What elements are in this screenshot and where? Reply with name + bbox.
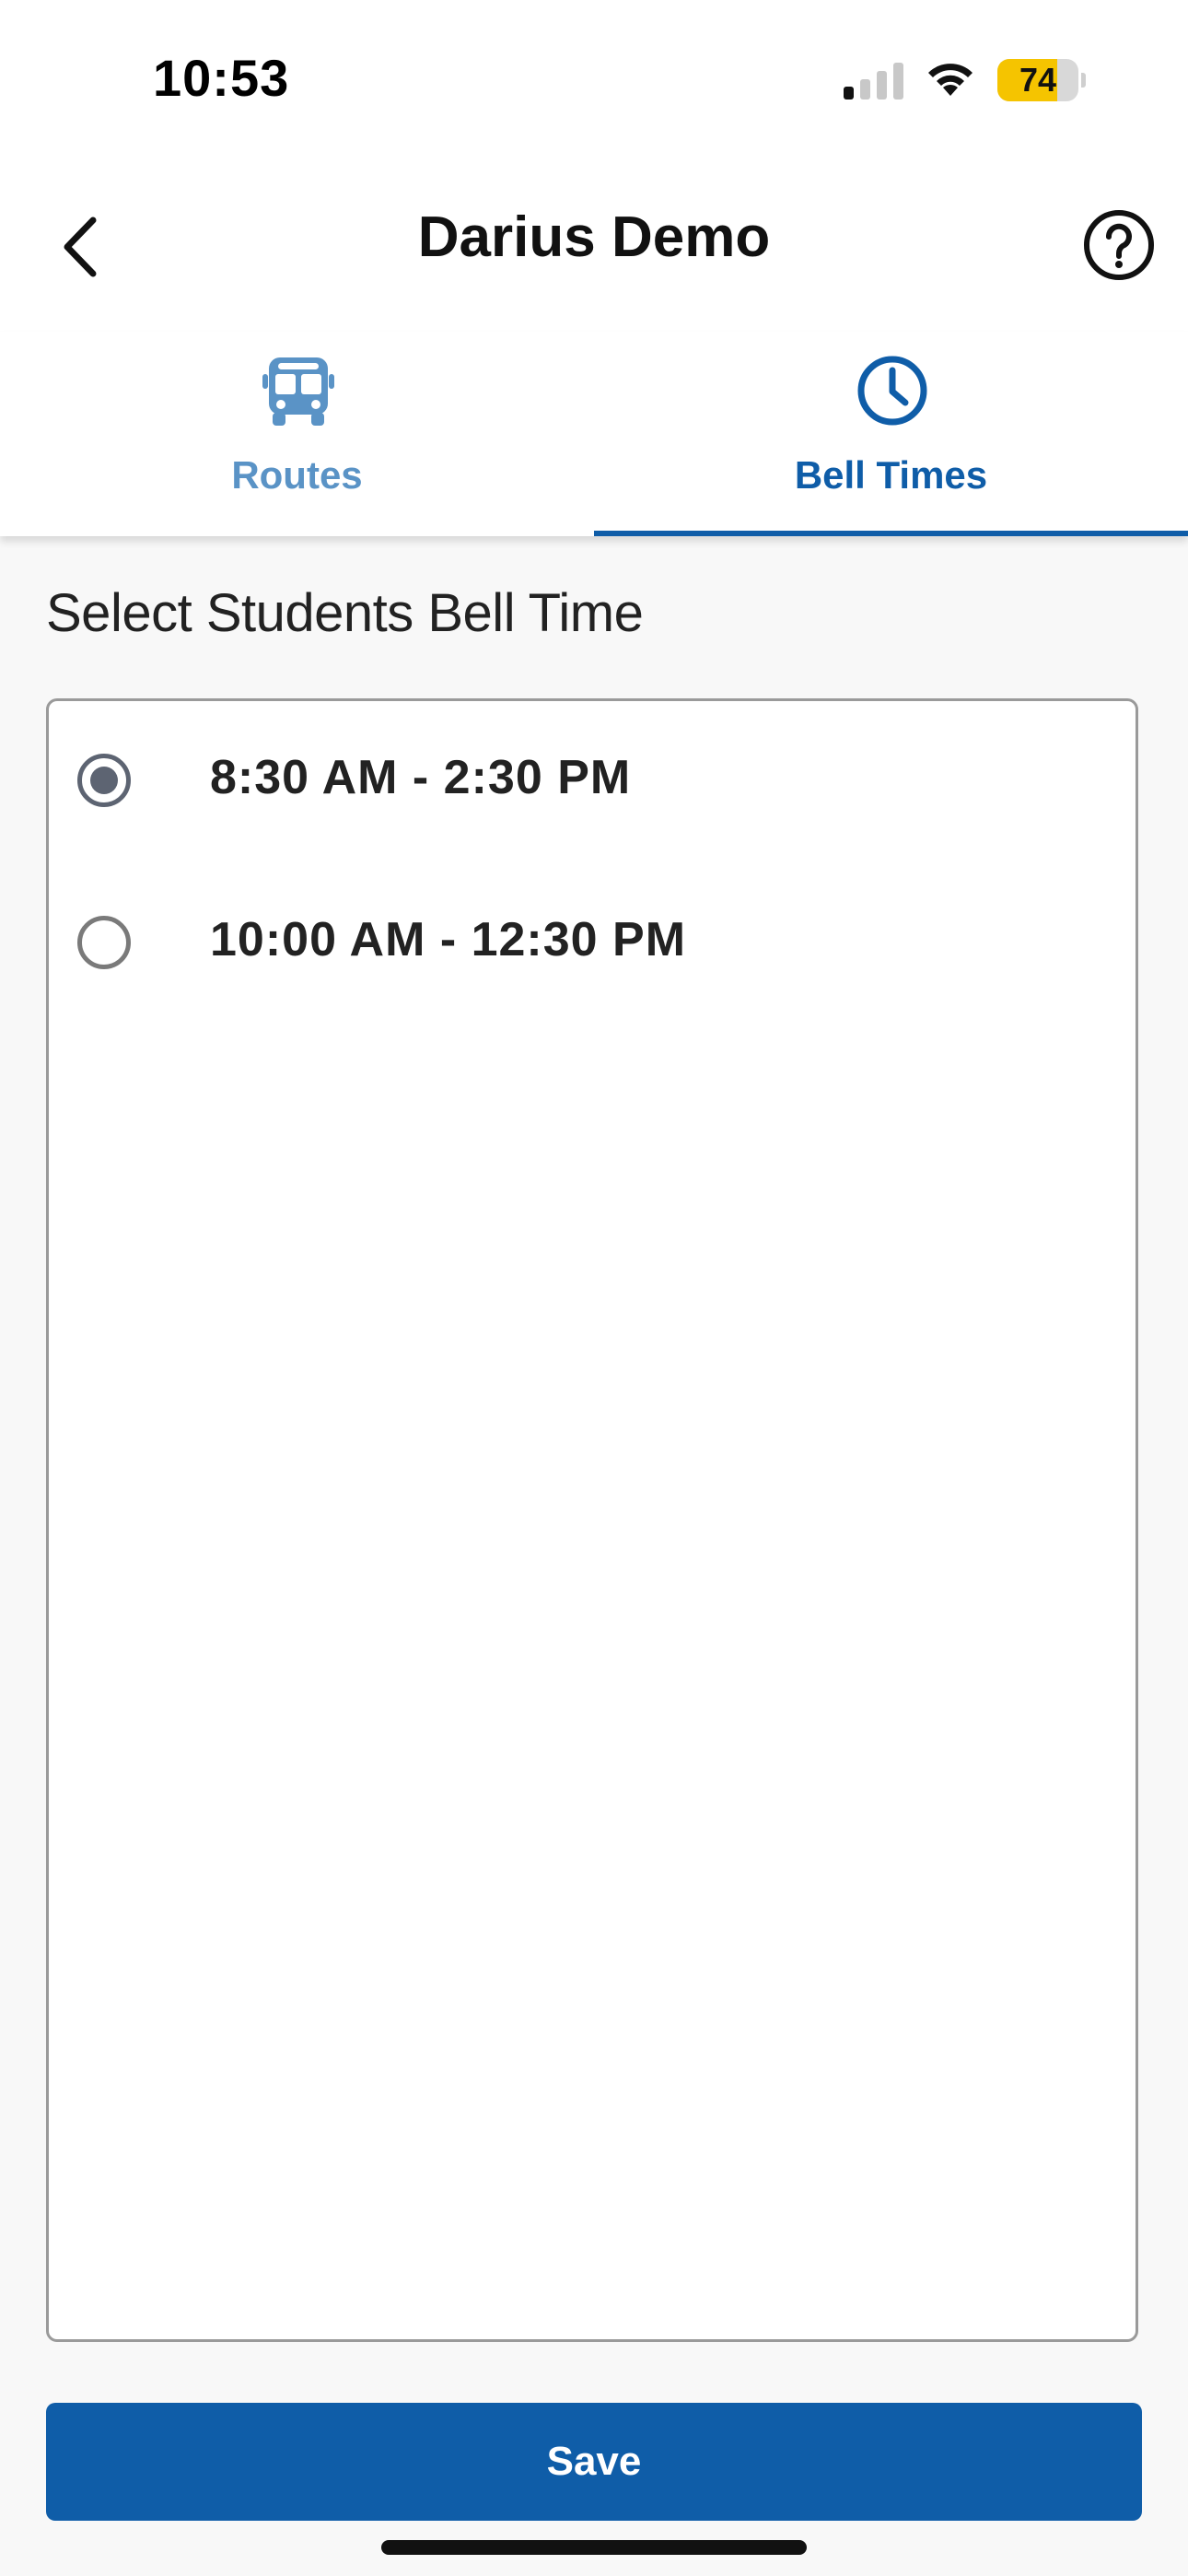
app-header: Darius Demo	[0, 157, 1188, 332]
status-bar: 10:53 74	[0, 0, 1188, 157]
section-title: Select Students Bell Time	[46, 583, 644, 643]
wifi-icon	[928, 64, 973, 96]
clock-icon	[857, 356, 927, 426]
tab-routes[interactable]: Routes	[0, 332, 594, 536]
tab-routes-label: Routes	[231, 453, 363, 497]
bell-time-option[interactable]: 10:00 AM - 12:30 PM	[0, 879, 1087, 1008]
battery-icon: 74	[997, 59, 1078, 101]
chevron-left-icon	[64, 217, 97, 277]
radio-button[interactable]	[77, 916, 131, 969]
bell-time-option[interactable]: 8:30 AM - 2:30 PM	[0, 717, 1087, 846]
status-time: 10:53	[153, 49, 290, 107]
tab-bar: Routes Bell Times	[0, 332, 1188, 536]
back-button[interactable]	[48, 210, 112, 284]
bell-time-option-label: 8:30 AM - 2:30 PM	[210, 751, 632, 804]
help-button[interactable]	[1082, 208, 1156, 282]
question-circle-icon	[1105, 223, 1132, 259]
tab-bell-times-label: Bell Times	[794, 453, 988, 497]
radio-button[interactable]	[77, 754, 131, 807]
cellular-signal-icon	[844, 63, 903, 100]
save-button[interactable]: Save	[46, 2403, 1142, 2521]
active-tab-indicator	[594, 531, 1188, 536]
radio-selected-dot	[90, 767, 118, 794]
bell-time-option-label: 10:00 AM - 12:30 PM	[210, 913, 687, 966]
battery-percent: 74	[1019, 61, 1057, 99]
battery-tip	[1081, 73, 1086, 88]
home-indicator	[381, 2540, 807, 2555]
page-title: Darius Demo	[417, 205, 771, 269]
battery-indicator: 74	[997, 59, 1086, 101]
bus-icon	[262, 357, 334, 426]
tab-bell-times[interactable]: Bell Times	[594, 332, 1188, 536]
